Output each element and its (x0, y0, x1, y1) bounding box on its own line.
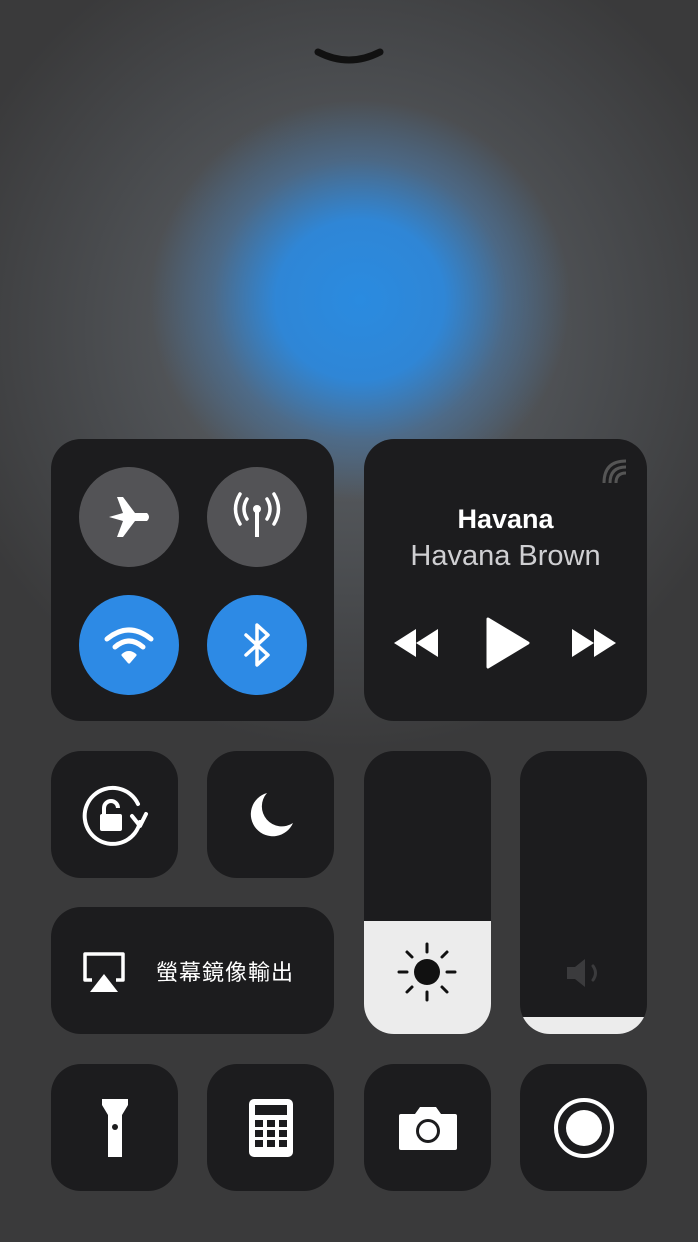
flashlight-button[interactable] (51, 1064, 178, 1191)
airplay-audio-icon[interactable] (600, 457, 630, 487)
calculator-icon (248, 1098, 293, 1157)
rotation-lock-button[interactable] (51, 751, 178, 878)
cellular-data-button[interactable] (207, 467, 307, 567)
screen-mirroring-icon (83, 952, 125, 992)
wifi-icon (104, 627, 154, 664)
volume-slider[interactable] (520, 751, 647, 1034)
volume-level-fill (520, 1017, 647, 1034)
screen-mirroring-button[interactable]: 螢幕鏡像輸出 (51, 907, 334, 1034)
bluetooth-icon (244, 623, 270, 667)
chevron-down-icon[interactable] (314, 46, 384, 72)
screen-record-icon (553, 1097, 614, 1158)
rewind-icon[interactable] (392, 627, 440, 659)
calculator-button[interactable] (207, 1064, 334, 1191)
brightness-slider[interactable] (364, 751, 491, 1034)
now-playing-module[interactable]: Havana Havana Brown (364, 439, 647, 721)
moon-icon (250, 792, 293, 836)
bluetooth-button[interactable] (207, 595, 307, 695)
speaker-icon (567, 959, 597, 987)
camera-icon (398, 1106, 457, 1150)
play-icon[interactable] (484, 617, 530, 669)
screen-record-button[interactable] (520, 1064, 647, 1191)
screen-mirroring-label: 螢幕鏡像輸出 (156, 960, 295, 985)
flashlight-icon (101, 1098, 128, 1157)
wifi-button[interactable] (79, 595, 179, 695)
airplane-icon (109, 497, 149, 537)
antenna-icon (233, 492, 281, 537)
artist-name: Havana Brown (410, 540, 601, 572)
rotation-lock-icon (82, 785, 148, 846)
do-not-disturb-button[interactable] (207, 751, 334, 878)
song-title: Havana (457, 504, 554, 534)
airplane-mode-button[interactable] (79, 467, 179, 567)
camera-button[interactable] (364, 1064, 491, 1191)
sun-icon (397, 942, 457, 1002)
fast-forward-icon[interactable] (570, 627, 618, 659)
